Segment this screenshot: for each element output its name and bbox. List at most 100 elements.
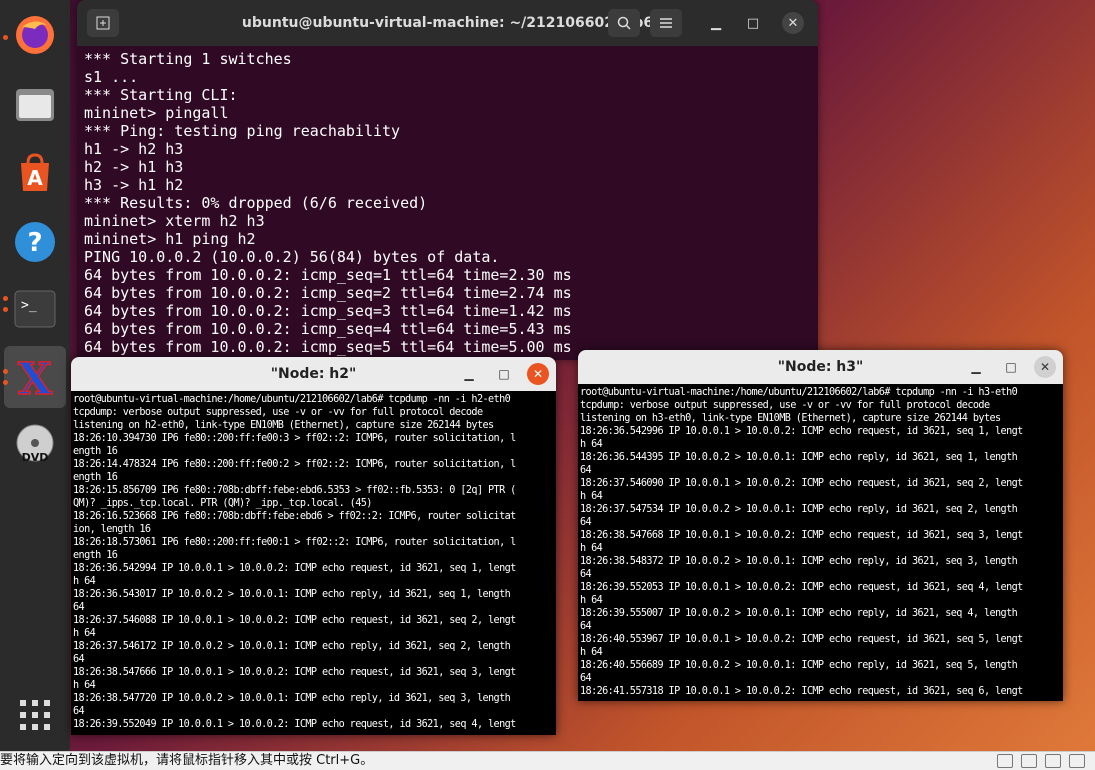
terminal-line: mininet> h1 ping h2 <box>84 230 256 248</box>
xterm-line: ength 16 <box>73 472 118 483</box>
minimize-icon: ▁ <box>711 15 721 31</box>
running-indicator <box>3 369 8 374</box>
svg-text:X: X <box>18 354 53 400</box>
menu-button[interactable] <box>650 9 682 37</box>
xterm-line: 64 <box>73 602 85 613</box>
h3-close-button[interactable]: ✕ <box>1034 356 1056 378</box>
hdd-icon[interactable] <box>997 754 1013 768</box>
close-icon: ✕ <box>1039 360 1051 374</box>
dvd-icon[interactable]: DVD <box>12 422 58 468</box>
h3-maximize-button[interactable]: □ <box>1000 356 1022 378</box>
xterm-line: ength 16 <box>73 550 118 561</box>
xterm-line: 18:26:39.555007 IP 10.0.0.2 > 10.0.0.1: … <box>580 608 1018 619</box>
xterm-icon[interactable]: X <box>12 354 58 400</box>
xterm-line: 64 <box>580 621 592 632</box>
cd-icon[interactable] <box>1021 754 1037 768</box>
terminal-icon[interactable]: >_ <box>12 286 58 332</box>
xterm-h3-title: "Node: h3" <box>777 359 864 375</box>
xterm-line: 18:26:36.543017 IP 10.0.0.2 > 10.0.0.1: … <box>73 589 511 600</box>
files-icon[interactable] <box>12 82 58 128</box>
running-indicator <box>3 307 8 312</box>
h3-minimize-button[interactable]: ▁ <box>965 356 987 378</box>
h2-minimize-button[interactable]: ▁ <box>458 363 480 385</box>
xterm-line: 18:26:41.557318 IP 10.0.0.1 > 10.0.0.2: … <box>580 686 1023 697</box>
xterm-line: 64 <box>73 654 85 665</box>
xterm-node-h3-window[interactable]: "Node: h3" ▁ □ ✕ root@ubuntu-virtual-mac… <box>578 350 1063 701</box>
search-button[interactable] <box>608 9 640 37</box>
h2-close-button[interactable]: ✕ <box>527 363 549 385</box>
xterm-h3-titlebar[interactable]: "Node: h3" ▁ □ ✕ <box>578 350 1063 384</box>
xterm-line: 18:26:16.523668 IP6 fe80::708b:dbff:febe… <box>73 511 516 522</box>
xterm-line: h 64 <box>73 680 96 691</box>
running-indicator <box>3 380 8 385</box>
xterm-h2-titlebar[interactable]: "Node: h2" ▁ □ ✕ <box>71 357 556 391</box>
usb-icon[interactable] <box>1069 754 1085 768</box>
search-icon <box>617 16 631 30</box>
main-terminal-titlebar[interactable]: ubuntu@ubuntu-virtual-machine: ~/2121066… <box>77 0 818 46</box>
xterm-line: tcpdump: verbose output suppressed, use … <box>73 407 483 418</box>
close-button[interactable]: ✕ <box>782 12 804 34</box>
xterm-line: h 64 <box>73 576 96 587</box>
main-terminal-output[interactable]: *** Starting 1 switches s1 ... *** Startin… <box>77 46 818 356</box>
xterm-line: h 64 <box>73 628 96 639</box>
dock: A ? >_ X DVD <box>0 0 70 751</box>
firefox-icon[interactable] <box>12 12 58 58</box>
terminal-line: *** Results: 0% dropped (6/6 received) <box>84 194 428 212</box>
terminal-line: 64 bytes from 10.0.0.2: icmp_seq=2 ttl=6… <box>84 284 572 302</box>
xterm-line: 18:26:14.478324 IP6 fe80::200:ff:fe00:2 … <box>73 459 516 470</box>
xterm-line: 64 <box>73 706 85 717</box>
xterm-line: 18:26:40.553967 IP 10.0.0.1 > 10.0.0.2: … <box>580 634 1023 645</box>
xterm-line: ion, length 16 <box>73 524 151 535</box>
xterm-line: QM)? _ipps._tcp.local. PTR (QM)? _ipp._t… <box>73 498 372 509</box>
xterm-line: 64 <box>580 465 592 476</box>
running-indicator <box>3 296 8 301</box>
xterm-h3-output[interactable]: root@ubuntu-virtual-machine:/home/ubuntu… <box>578 384 1063 698</box>
xterm-line: 18:26:39.552049 IP 10.0.0.1 > 10.0.0.2: … <box>73 719 516 730</box>
running-indicator <box>3 35 8 40</box>
svg-text:?: ? <box>27 228 42 258</box>
svg-text:DVD: DVD <box>22 451 49 464</box>
terminal-line: 64 bytes from 10.0.0.2: icmp_seq=4 ttl=6… <box>84 320 572 338</box>
xterm-line: 18:26:38.547720 IP 10.0.0.2 > 10.0.0.1: … <box>73 693 511 704</box>
xterm-line: 18:26:37.546088 IP 10.0.0.1 > 10.0.0.2: … <box>73 615 516 626</box>
xterm-node-h2-window[interactable]: "Node: h2" ▁ □ ✕ root@ubuntu-virtual-mac… <box>71 357 556 735</box>
xterm-line: 18:26:36.544395 IP 10.0.0.2 > 10.0.0.1: … <box>580 452 1018 463</box>
minimize-icon: ▁ <box>464 367 474 381</box>
minimize-button[interactable]: ▁ <box>705 12 727 34</box>
network-icon[interactable] <box>1045 754 1061 768</box>
xterm-line: 18:26:38.547668 IP 10.0.0.1 > 10.0.0.2: … <box>580 530 1023 541</box>
xterm-line: 18:26:36.542994 IP 10.0.0.1 > 10.0.0.2: … <box>73 563 516 574</box>
xterm-line: root@ubuntu-virtual-machine:/home/ubuntu… <box>580 387 1018 398</box>
terminal-line: h3 -> h1 h2 <box>84 176 184 194</box>
xterm-line: 18:26:40.556689 IP 10.0.0.2 > 10.0.0.1: … <box>580 660 1018 671</box>
hamburger-icon <box>660 18 672 28</box>
xterm-h2-output[interactable]: root@ubuntu-virtual-machine:/home/ubuntu… <box>71 391 556 731</box>
xterm-line: 64 <box>580 673 592 684</box>
xterm-line: h 64 <box>580 647 603 658</box>
terminal-line: *** Ping: testing ping reachability <box>84 122 401 140</box>
xterm-line: 18:26:37.546090 IP 10.0.0.1 > 10.0.0.2: … <box>580 478 1023 489</box>
vm-status-bar: 要将输入定向到该虚拟机，请将鼠标指针移入其中或按 Ctrl+G。 <box>0 751 1095 770</box>
terminal-line: s1 ... <box>84 68 139 86</box>
software-center-icon[interactable]: A <box>12 150 58 196</box>
terminal-line: PING 10.0.0.2 (10.0.0.2) 56(84) bytes of… <box>84 248 500 266</box>
xterm-line: 18:26:18.573061 IP6 fe80::200:ff:fe00:1 … <box>73 537 516 548</box>
xterm-line: tcpdump: verbose output suppressed, use … <box>580 400 990 411</box>
maximize-icon: □ <box>498 367 510 381</box>
xterm-line: 64 <box>580 569 592 580</box>
vm-status-icons <box>997 754 1085 768</box>
maximize-button[interactable]: □ <box>742 12 764 34</box>
xterm-line: listening on h2-eth0, link-type EN10MB (… <box>73 420 494 431</box>
terminal-line: *** Starting 1 switches <box>84 50 292 68</box>
xterm-line: 64 <box>580 517 592 528</box>
apps-grid-icon[interactable] <box>12 692 58 738</box>
h2-maximize-button[interactable]: □ <box>493 363 515 385</box>
close-icon: ✕ <box>532 367 544 381</box>
main-terminal-window[interactable]: ubuntu@ubuntu-virtual-machine: ~/2121066… <box>77 0 818 360</box>
xterm-line: h 64 <box>580 543 603 554</box>
vm-status-message: 要将输入定向到该虚拟机，请将鼠标指针移入其中或按 Ctrl+G。 <box>0 753 374 768</box>
maximize-icon: □ <box>746 15 760 31</box>
xterm-line: ength 16 <box>73 446 118 457</box>
terminal-line: h1 -> h2 h3 <box>84 140 184 158</box>
help-icon[interactable]: ? <box>12 219 58 265</box>
